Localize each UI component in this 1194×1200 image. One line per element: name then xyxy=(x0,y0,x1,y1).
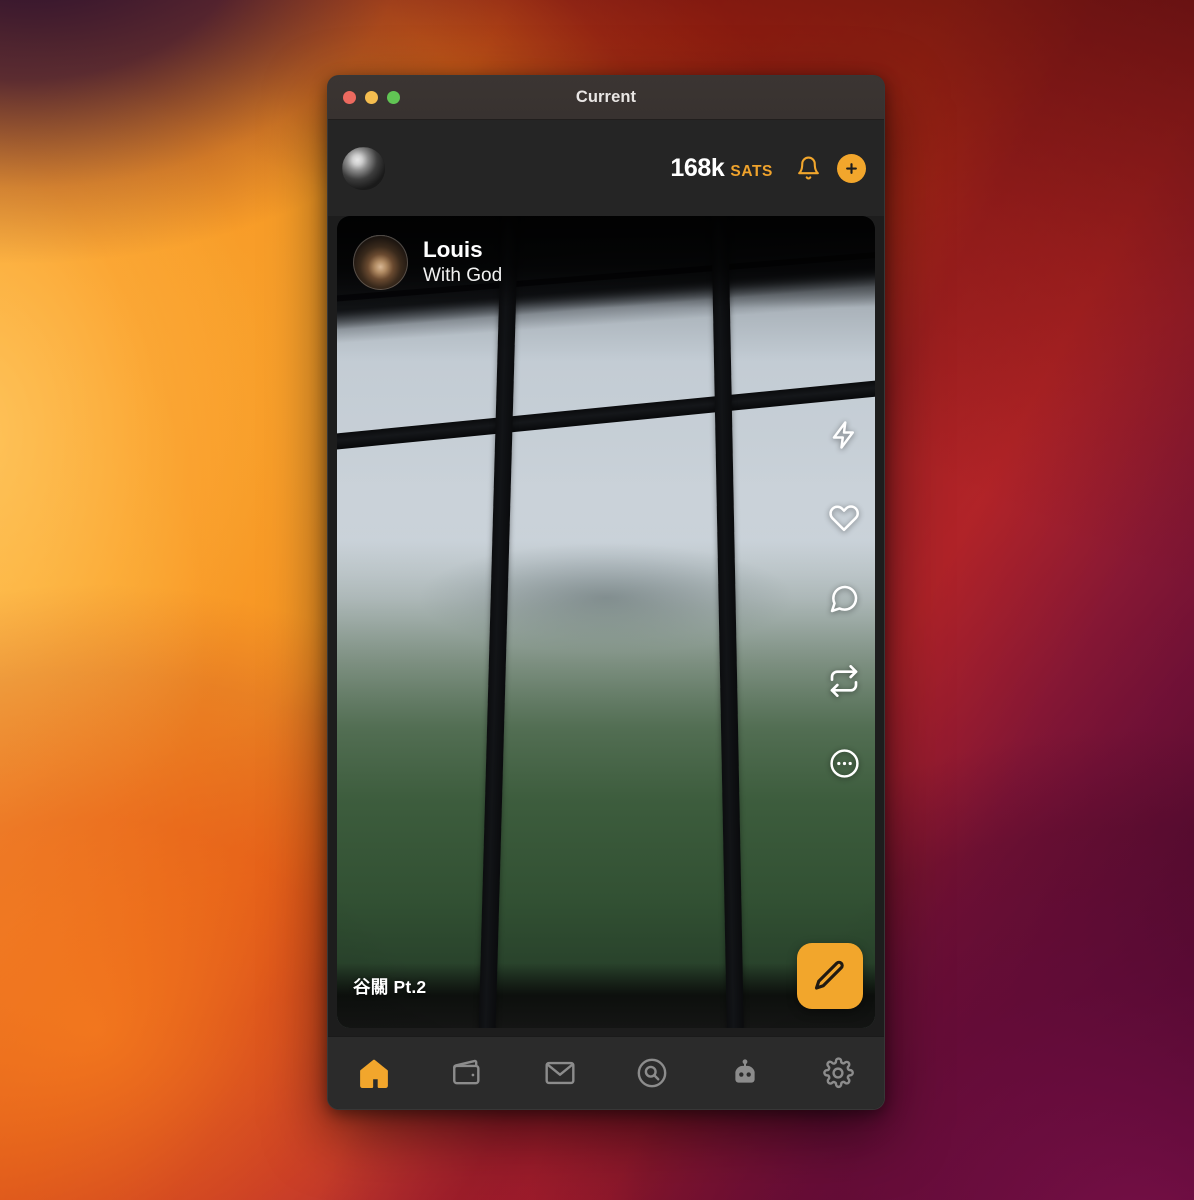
comment-button[interactable] xyxy=(825,580,863,618)
nav-item-messages[interactable] xyxy=(513,1037,606,1109)
post-author-avatar[interactable] xyxy=(353,234,408,290)
home-icon xyxy=(360,1059,389,1089)
post-author-handle: With God xyxy=(423,264,503,286)
nav-item-search[interactable] xyxy=(606,1037,699,1109)
search-icon xyxy=(637,1058,667,1088)
add-button[interactable] xyxy=(837,153,866,183)
more-button[interactable] xyxy=(825,744,863,782)
photo-vignette xyxy=(337,216,875,1028)
more-icon xyxy=(829,748,859,778)
comment-icon xyxy=(830,585,858,613)
post-author-names: Louis With God xyxy=(423,237,502,286)
robot-icon xyxy=(735,1059,755,1083)
compose-button[interactable] xyxy=(797,943,863,1009)
app-header: 168k SATS xyxy=(328,120,884,216)
post-action-rail xyxy=(825,416,863,782)
nav-item-bots[interactable] xyxy=(699,1037,792,1109)
sats-balance[interactable]: 168k SATS xyxy=(670,154,773,183)
repost-icon xyxy=(830,665,858,697)
zoom-button[interactable] xyxy=(387,91,400,104)
avatar-image xyxy=(342,146,385,190)
pencil-icon xyxy=(814,960,844,990)
wallet-icon xyxy=(453,1059,480,1085)
card-bottom-gap xyxy=(328,1028,884,1036)
app-window: Current 168k SATS Louis With God 谷關 Pt.2 xyxy=(327,75,885,1110)
bell-icon xyxy=(797,156,819,180)
notifications-button[interactable] xyxy=(791,151,825,185)
app-body: 168k SATS Louis With God 谷關 Pt.2 xyxy=(328,120,884,1109)
envelope-icon xyxy=(545,1061,575,1085)
plus-icon xyxy=(846,162,857,174)
post-header: Louis With God xyxy=(337,216,875,308)
nav-item-wallet[interactable] xyxy=(421,1037,514,1109)
nav-item-settings[interactable] xyxy=(791,1037,884,1109)
post-card[interactable]: Louis With God 谷關 Pt.2 xyxy=(337,216,875,1028)
zap-button[interactable] xyxy=(825,416,863,454)
sats-amount: 168k xyxy=(670,153,725,182)
desktop-wallpaper: Current 168k SATS Louis With God 谷關 Pt.2 xyxy=(0,0,1194,1200)
repost-button[interactable] xyxy=(825,662,863,700)
window-titlebar[interactable]: Current xyxy=(328,76,884,120)
avatar[interactable] xyxy=(342,146,385,190)
heart-icon xyxy=(829,505,859,532)
close-button[interactable] xyxy=(343,91,356,104)
post-caption: 谷關 Pt.2 xyxy=(353,977,427,997)
sats-unit: SATS xyxy=(730,162,773,180)
traffic-light-controls xyxy=(328,91,400,104)
post-author-name: Louis xyxy=(423,237,483,263)
like-button[interactable] xyxy=(825,498,863,536)
window-title: Current xyxy=(575,88,637,106)
post-author-avatar-ring xyxy=(353,235,408,290)
gear-icon xyxy=(822,1057,854,1089)
minimize-button[interactable] xyxy=(365,91,378,104)
bottom-navigation xyxy=(328,1036,884,1109)
nav-item-home[interactable] xyxy=(328,1037,421,1109)
zap-icon xyxy=(832,421,854,449)
